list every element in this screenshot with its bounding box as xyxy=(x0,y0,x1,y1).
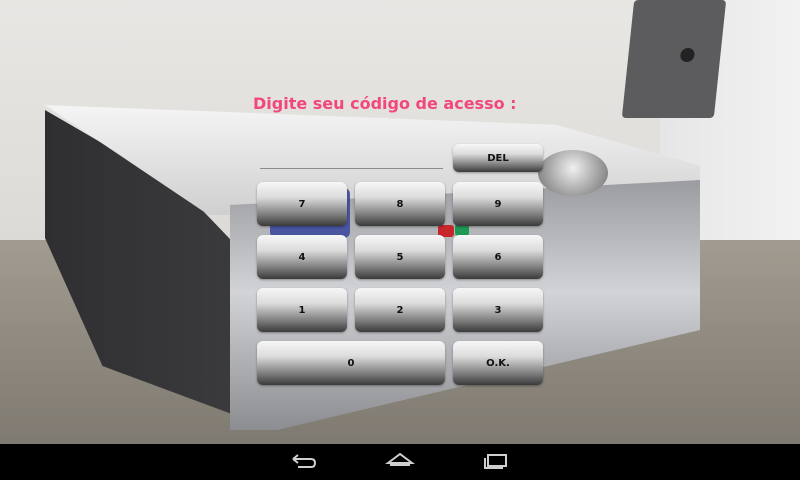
back-icon xyxy=(289,449,319,475)
keypad-9-button[interactable]: 9 xyxy=(453,182,543,226)
ok-button[interactable]: O.K. xyxy=(453,341,543,385)
keypad-1-button[interactable]: 1 xyxy=(257,288,347,332)
keypad-4-button[interactable]: 4 xyxy=(257,235,347,279)
access-code-field[interactable] xyxy=(260,168,443,169)
wall-outlet-plate xyxy=(621,0,727,118)
keypad-2-button[interactable]: 2 xyxy=(355,288,445,332)
device-knob xyxy=(538,150,608,196)
keypad-5-button[interactable]: 5 xyxy=(355,235,445,279)
keypad-3-button[interactable]: 3 xyxy=(453,288,543,332)
recent-apps-icon xyxy=(481,449,511,475)
recent-apps-button[interactable] xyxy=(466,444,526,480)
delete-button[interactable]: DEL xyxy=(453,144,543,172)
home-icon xyxy=(385,449,415,475)
home-button[interactable] xyxy=(370,444,430,480)
keypad-7-button[interactable]: 7 xyxy=(257,182,347,226)
keypad-6-button[interactable]: 6 xyxy=(453,235,543,279)
keypad-8-button[interactable]: 8 xyxy=(355,182,445,226)
keypad-0-button[interactable]: 0 xyxy=(257,341,445,385)
android-navigation-bar xyxy=(0,444,800,480)
back-button[interactable] xyxy=(274,444,334,480)
access-code-prompt: Digite seu código de acesso : xyxy=(253,94,517,113)
